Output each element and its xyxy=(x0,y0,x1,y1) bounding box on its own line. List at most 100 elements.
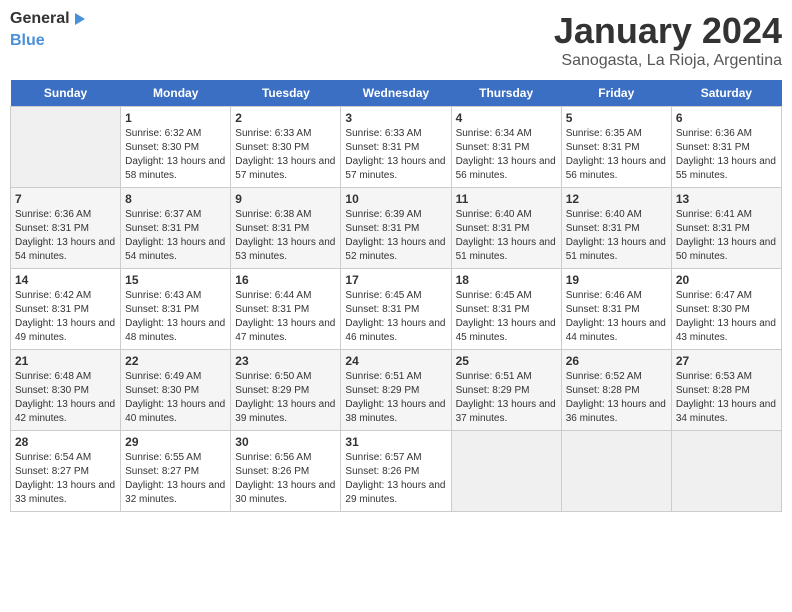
calendar-table: Sunday Monday Tuesday Wednesday Thursday… xyxy=(10,80,782,512)
header-monday: Monday xyxy=(121,80,231,107)
table-row: 8 Sunrise: 6:37 AMSunset: 8:31 PMDayligh… xyxy=(121,188,231,269)
day-number: 13 xyxy=(676,192,777,206)
day-info: Sunrise: 6:45 AMSunset: 8:31 PMDaylight:… xyxy=(456,289,557,345)
day-info: Sunrise: 6:33 AMSunset: 8:30 PMDaylight:… xyxy=(235,127,336,183)
day-info: Sunrise: 6:49 AMSunset: 8:30 PMDaylight:… xyxy=(125,370,226,426)
table-row xyxy=(561,431,671,512)
header-sunday: Sunday xyxy=(11,80,121,107)
day-info: Sunrise: 6:43 AMSunset: 8:31 PMDaylight:… xyxy=(125,289,226,345)
table-row: 9 Sunrise: 6:38 AMSunset: 8:31 PMDayligh… xyxy=(231,188,341,269)
day-number: 6 xyxy=(676,111,777,125)
table-row: 19 Sunrise: 6:46 AMSunset: 8:31 PMDaylig… xyxy=(561,269,671,350)
table-row: 10 Sunrise: 6:39 AMSunset: 8:31 PMDaylig… xyxy=(341,188,451,269)
week-row: 14 Sunrise: 6:42 AMSunset: 8:31 PMDaylig… xyxy=(11,269,782,350)
page-title: January 2024 xyxy=(554,10,782,52)
day-number: 28 xyxy=(15,435,116,449)
table-row: 29 Sunrise: 6:55 AMSunset: 8:27 PMDaylig… xyxy=(121,431,231,512)
day-number: 1 xyxy=(125,111,226,125)
logo: General Blue xyxy=(10,10,85,49)
day-info: Sunrise: 6:36 AMSunset: 8:31 PMDaylight:… xyxy=(676,127,777,183)
table-row: 26 Sunrise: 6:52 AMSunset: 8:28 PMDaylig… xyxy=(561,350,671,431)
day-info: Sunrise: 6:56 AMSunset: 8:26 PMDaylight:… xyxy=(235,451,336,507)
day-number: 30 xyxy=(235,435,336,449)
day-info: Sunrise: 6:57 AMSunset: 8:26 PMDaylight:… xyxy=(345,451,446,507)
day-number: 10 xyxy=(345,192,446,206)
logo-arrow-icon xyxy=(75,13,85,25)
day-info: Sunrise: 6:47 AMSunset: 8:30 PMDaylight:… xyxy=(676,289,777,345)
table-row: 17 Sunrise: 6:45 AMSunset: 8:31 PMDaylig… xyxy=(341,269,451,350)
table-row xyxy=(671,431,781,512)
table-row: 30 Sunrise: 6:56 AMSunset: 8:26 PMDaylig… xyxy=(231,431,341,512)
calendar-header: Sunday Monday Tuesday Wednesday Thursday… xyxy=(11,80,782,107)
header-thursday: Thursday xyxy=(451,80,561,107)
day-info: Sunrise: 6:48 AMSunset: 8:30 PMDaylight:… xyxy=(15,370,116,426)
day-number: 8 xyxy=(125,192,226,206)
day-info: Sunrise: 6:50 AMSunset: 8:29 PMDaylight:… xyxy=(235,370,336,426)
day-info: Sunrise: 6:41 AMSunset: 8:31 PMDaylight:… xyxy=(676,208,777,264)
table-row: 31 Sunrise: 6:57 AMSunset: 8:26 PMDaylig… xyxy=(341,431,451,512)
logo-text: General xyxy=(10,10,85,28)
day-info: Sunrise: 6:34 AMSunset: 8:31 PMDaylight:… xyxy=(456,127,557,183)
day-number: 29 xyxy=(125,435,226,449)
day-number: 2 xyxy=(235,111,336,125)
table-row: 2 Sunrise: 6:33 AMSunset: 8:30 PMDayligh… xyxy=(231,107,341,188)
day-number: 21 xyxy=(15,354,116,368)
day-number: 5 xyxy=(566,111,667,125)
day-number: 31 xyxy=(345,435,446,449)
table-row: 5 Sunrise: 6:35 AMSunset: 8:31 PMDayligh… xyxy=(561,107,671,188)
table-row: 7 Sunrise: 6:36 AMSunset: 8:31 PMDayligh… xyxy=(11,188,121,269)
page-subtitle: Sanogasta, La Rioja, Argentina xyxy=(554,52,782,70)
week-row: 21 Sunrise: 6:48 AMSunset: 8:30 PMDaylig… xyxy=(11,350,782,431)
table-row: 11 Sunrise: 6:40 AMSunset: 8:31 PMDaylig… xyxy=(451,188,561,269)
table-row: 13 Sunrise: 6:41 AMSunset: 8:31 PMDaylig… xyxy=(671,188,781,269)
table-row: 16 Sunrise: 6:44 AMSunset: 8:31 PMDaylig… xyxy=(231,269,341,350)
day-info: Sunrise: 6:33 AMSunset: 8:31 PMDaylight:… xyxy=(345,127,446,183)
day-info: Sunrise: 6:46 AMSunset: 8:31 PMDaylight:… xyxy=(566,289,667,345)
day-info: Sunrise: 6:42 AMSunset: 8:31 PMDaylight:… xyxy=(15,289,116,345)
table-row: 27 Sunrise: 6:53 AMSunset: 8:28 PMDaylig… xyxy=(671,350,781,431)
calendar-body: 1 Sunrise: 6:32 AMSunset: 8:30 PMDayligh… xyxy=(11,107,782,512)
table-row: 3 Sunrise: 6:33 AMSunset: 8:31 PMDayligh… xyxy=(341,107,451,188)
day-info: Sunrise: 6:55 AMSunset: 8:27 PMDaylight:… xyxy=(125,451,226,507)
table-row: 23 Sunrise: 6:50 AMSunset: 8:29 PMDaylig… xyxy=(231,350,341,431)
header-tuesday: Tuesday xyxy=(231,80,341,107)
table-row xyxy=(11,107,121,188)
table-row: 6 Sunrise: 6:36 AMSunset: 8:31 PMDayligh… xyxy=(671,107,781,188)
day-info: Sunrise: 6:45 AMSunset: 8:31 PMDaylight:… xyxy=(345,289,446,345)
logo-blue: Blue xyxy=(10,32,45,50)
table-row: 20 Sunrise: 6:47 AMSunset: 8:30 PMDaylig… xyxy=(671,269,781,350)
day-info: Sunrise: 6:35 AMSunset: 8:31 PMDaylight:… xyxy=(566,127,667,183)
day-info: Sunrise: 6:51 AMSunset: 8:29 PMDaylight:… xyxy=(345,370,446,426)
week-row: 28 Sunrise: 6:54 AMSunset: 8:27 PMDaylig… xyxy=(11,431,782,512)
day-number: 16 xyxy=(235,273,336,287)
day-number: 15 xyxy=(125,273,226,287)
table-row xyxy=(451,431,561,512)
table-row: 14 Sunrise: 6:42 AMSunset: 8:31 PMDaylig… xyxy=(11,269,121,350)
day-number: 4 xyxy=(456,111,557,125)
day-number: 7 xyxy=(15,192,116,206)
day-info: Sunrise: 6:51 AMSunset: 8:29 PMDaylight:… xyxy=(456,370,557,426)
header-row: Sunday Monday Tuesday Wednesday Thursday… xyxy=(11,80,782,107)
table-row: 12 Sunrise: 6:40 AMSunset: 8:31 PMDaylig… xyxy=(561,188,671,269)
day-info: Sunrise: 6:53 AMSunset: 8:28 PMDaylight:… xyxy=(676,370,777,426)
page-header: General Blue January 2024 Sanogasta, La … xyxy=(10,10,782,70)
day-info: Sunrise: 6:54 AMSunset: 8:27 PMDaylight:… xyxy=(15,451,116,507)
day-info: Sunrise: 6:44 AMSunset: 8:31 PMDaylight:… xyxy=(235,289,336,345)
week-row: 1 Sunrise: 6:32 AMSunset: 8:30 PMDayligh… xyxy=(11,107,782,188)
day-number: 14 xyxy=(15,273,116,287)
table-row: 15 Sunrise: 6:43 AMSunset: 8:31 PMDaylig… xyxy=(121,269,231,350)
day-number: 26 xyxy=(566,354,667,368)
day-number: 9 xyxy=(235,192,336,206)
logo-general: General xyxy=(10,10,70,28)
day-info: Sunrise: 6:39 AMSunset: 8:31 PMDaylight:… xyxy=(345,208,446,264)
day-number: 19 xyxy=(566,273,667,287)
day-number: 3 xyxy=(345,111,446,125)
day-number: 18 xyxy=(456,273,557,287)
title-block: January 2024 Sanogasta, La Rioja, Argent… xyxy=(554,10,782,70)
day-number: 27 xyxy=(676,354,777,368)
table-row: 18 Sunrise: 6:45 AMSunset: 8:31 PMDaylig… xyxy=(451,269,561,350)
table-row: 28 Sunrise: 6:54 AMSunset: 8:27 PMDaylig… xyxy=(11,431,121,512)
day-number: 11 xyxy=(456,192,557,206)
day-number: 22 xyxy=(125,354,226,368)
day-number: 23 xyxy=(235,354,336,368)
